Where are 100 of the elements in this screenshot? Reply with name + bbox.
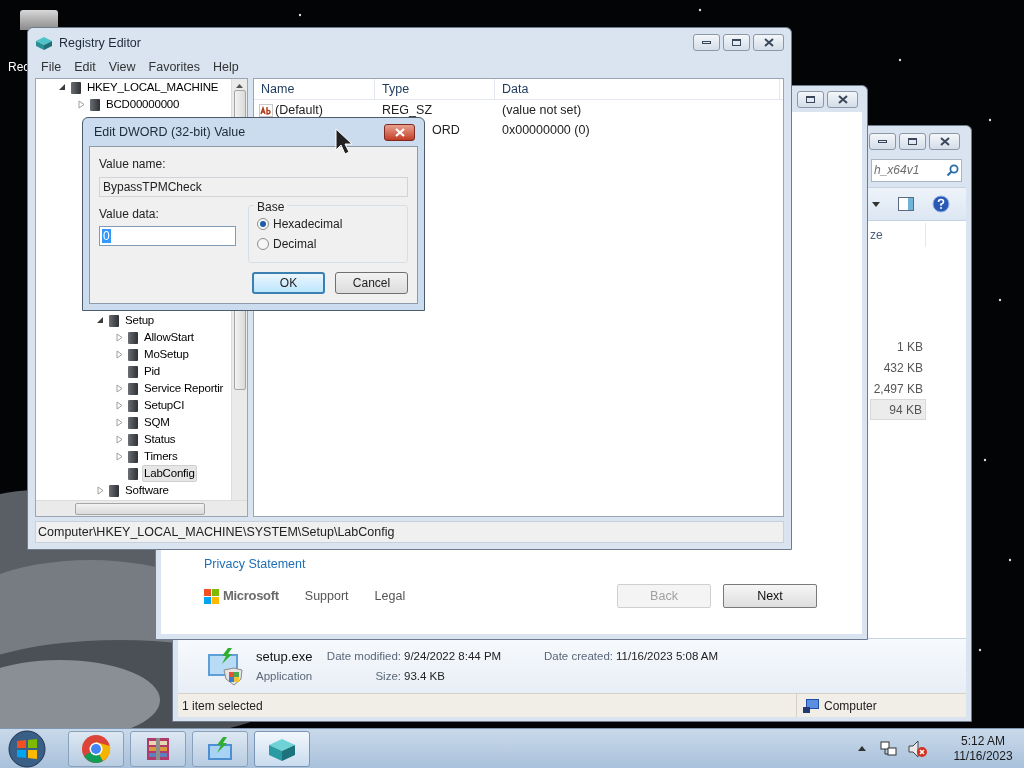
tree-item[interactable]: Status [142, 431, 178, 448]
dialog-button[interactable]: OK [252, 272, 325, 294]
close-icon [394, 127, 405, 137]
detail-label: Date created: [542, 648, 614, 664]
maximize-icon [806, 95, 815, 103]
horizontal-scrollbar[interactable] [36, 500, 247, 516]
show-hidden-icons-button[interactable] [858, 746, 866, 751]
installer-icon [206, 735, 234, 762]
close-button[interactable] [753, 33, 784, 51]
search-field[interactable]: h_x64v1 [871, 158, 962, 182]
tree-item[interactable]: Service Reportir [142, 380, 226, 397]
maximize-button[interactable] [899, 132, 926, 150]
taskbar-button[interactable] [68, 730, 124, 767]
column-header[interactable]: Type [375, 79, 495, 99]
footer-link[interactable]: Support [304, 586, 349, 606]
minimize-icon [702, 40, 711, 44]
start-button[interactable] [8, 729, 46, 768]
close-button[interactable] [384, 123, 415, 141]
folder-icon [71, 81, 81, 94]
tree-item[interactable]: Pid [142, 363, 163, 380]
field-label: Value name: [99, 156, 167, 173]
radio-button[interactable] [257, 218, 269, 230]
value-type: ORD [432, 122, 460, 137]
detail-label: Date modified: [325, 648, 402, 664]
tree-item[interactable]: BCD00000000 [104, 96, 182, 113]
close-button[interactable] [929, 132, 960, 150]
folder-icon [128, 467, 138, 480]
folder-icon [128, 450, 138, 463]
minimize-icon [878, 139, 887, 143]
network-icon[interactable] [880, 739, 898, 758]
file-row[interactable]: 94 KB [870, 399, 926, 420]
wizard-button[interactable]: Next [723, 584, 817, 608]
menu-item[interactable]: Favorites [148, 57, 200, 77]
folder-icon [109, 484, 119, 497]
maximize-button[interactable] [723, 33, 750, 51]
expanded-arrow-icon[interactable] [59, 84, 66, 91]
speaker-muted-icon[interactable] [908, 739, 928, 758]
column-header[interactable]: Data [495, 79, 780, 99]
folder-icon [128, 382, 138, 395]
tree-item[interactable]: SQM [142, 414, 172, 431]
status-bar: Computer\HKEY_LOCAL_MACHINE\SYSTEM\Setup\LabConfig [35, 521, 784, 543]
tree-item[interactable]: HKEY_LOCAL_MACHINE [85, 79, 221, 96]
footer-link[interactable]: Legal [374, 586, 406, 606]
search-icon [946, 163, 959, 177]
tree-item[interactable]: MoSetup [142, 346, 191, 363]
file-name: setup.exe [256, 647, 314, 666]
scroll-up-arrow-icon[interactable] [236, 84, 243, 88]
radio-label: Decimal [273, 236, 317, 253]
dropdown-caret-icon[interactable] [872, 201, 880, 207]
registry-cubes-icon [35, 35, 53, 51]
taskbar-button[interactable] [192, 730, 248, 767]
tree-item[interactable]: Timers [142, 448, 180, 465]
folder-icon [128, 433, 138, 446]
folder-icon [128, 331, 138, 344]
menu-item[interactable]: Help [213, 57, 239, 77]
detail-value: 9/24/2022 8:44 PM [404, 648, 503, 664]
file-type: Application [256, 669, 314, 685]
tree-item[interactable]: Setup [123, 312, 157, 329]
folder-icon [128, 399, 138, 412]
minimize-button[interactable] [693, 33, 720, 51]
tree-item[interactable]: LabConfig [142, 465, 197, 482]
file-row[interactable]: 2,497 KB [870, 378, 926, 399]
desktop-icon[interactable] [20, 10, 58, 30]
radio-button[interactable] [257, 238, 269, 250]
brand-logo: Microsoft [204, 586, 279, 606]
file-row[interactable]: 432 KB [870, 357, 926, 378]
dialog-button[interactable]: Cancel [335, 272, 408, 294]
column-header[interactable]: Name [254, 79, 375, 99]
zone-text: Computer [824, 697, 877, 715]
installer-icon [206, 646, 244, 686]
folder-icon [128, 365, 138, 378]
field-label: Value data: [99, 206, 160, 223]
preview-pane-icon[interactable] [898, 197, 914, 211]
privacy-link[interactable]: Privacy Statement [204, 555, 306, 574]
expanded-arrow-icon[interactable] [97, 317, 104, 324]
chrome-icon [81, 733, 111, 764]
menu-item[interactable]: File [41, 57, 62, 77]
maximize-icon [908, 137, 917, 145]
restore-button[interactable] [797, 90, 824, 108]
menu-item[interactable]: Edit [74, 57, 96, 77]
taskbar-button[interactable] [130, 730, 186, 767]
close-button[interactable] [827, 90, 858, 108]
value-name-field: BypassTPMCheck [99, 177, 408, 197]
status-text: 1 item selected [181, 697, 263, 715]
close-icon [837, 94, 848, 104]
minimize-button[interactable] [869, 132, 896, 150]
folder-icon [128, 416, 138, 429]
window-title: Registry Editor [59, 34, 141, 52]
taskbar-button[interactable] [254, 730, 310, 767]
dialog-title: Edit DWORD (32-bit) Value [94, 123, 246, 141]
menu-item[interactable]: View [108, 57, 136, 77]
column-header[interactable]: ze [870, 226, 883, 244]
tree-item[interactable]: SetupCI [142, 397, 187, 414]
tree-item[interactable]: Software [123, 482, 171, 499]
clock[interactable]: 5:12 AM 11/16/2023 [948, 733, 1018, 764]
help-icon[interactable] [932, 195, 950, 213]
string-value-icon [259, 103, 273, 117]
computer-icon [803, 698, 819, 713]
tree-item[interactable]: AllowStart [142, 329, 196, 346]
file-row[interactable]: 1 KB [870, 336, 926, 357]
